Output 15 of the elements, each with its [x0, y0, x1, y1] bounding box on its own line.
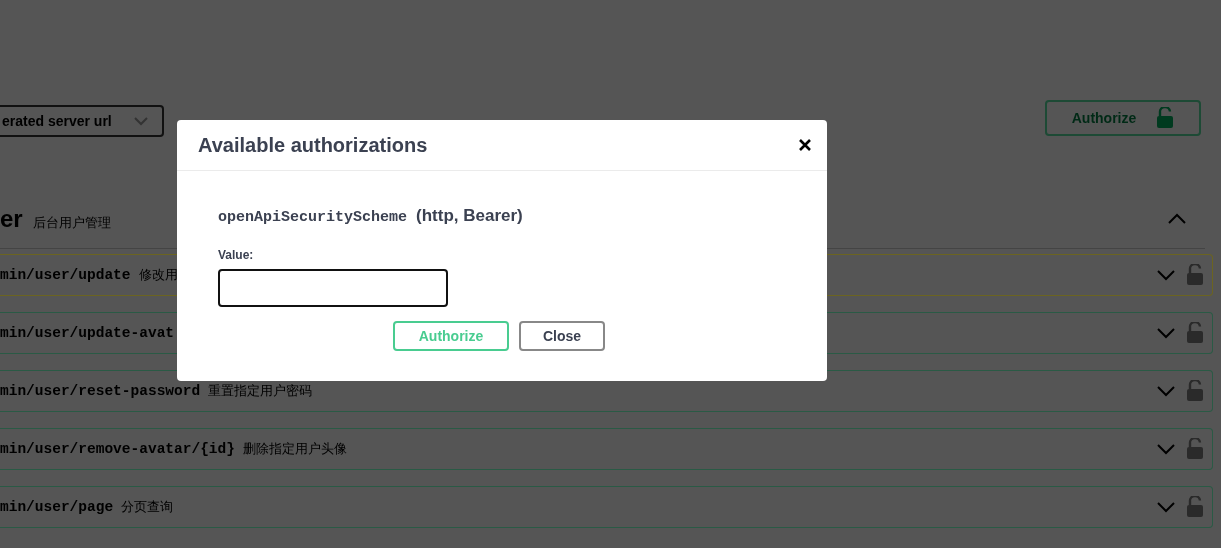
- tag-name: er: [0, 205, 23, 233]
- operation-path: min/user/update-avat: [0, 325, 175, 341]
- operation-path: min/user/remove-avatar/{id}: [0, 441, 235, 457]
- field-label: Value:: [218, 248, 255, 262]
- operation-path: min/user/page: [0, 499, 114, 515]
- operation-summary: 删除指定用户头像: [242, 440, 347, 458]
- operation-path: min/user/reset-password: [0, 383, 201, 399]
- operation-path: min/user/update: [0, 267, 131, 283]
- operation-summary: 修改用: [138, 266, 178, 284]
- scheme-name: openApiSecurityScheme: [218, 209, 408, 226]
- tag-description: 后台用户管理: [32, 214, 111, 232]
- dialog-title: Available authorizations: [198, 133, 428, 157]
- scheme-type: (http, Bearer): [416, 206, 523, 226]
- operation-summary: 重置指定用户密码: [208, 382, 313, 400]
- operation-summary: 分页查询: [121, 498, 174, 516]
